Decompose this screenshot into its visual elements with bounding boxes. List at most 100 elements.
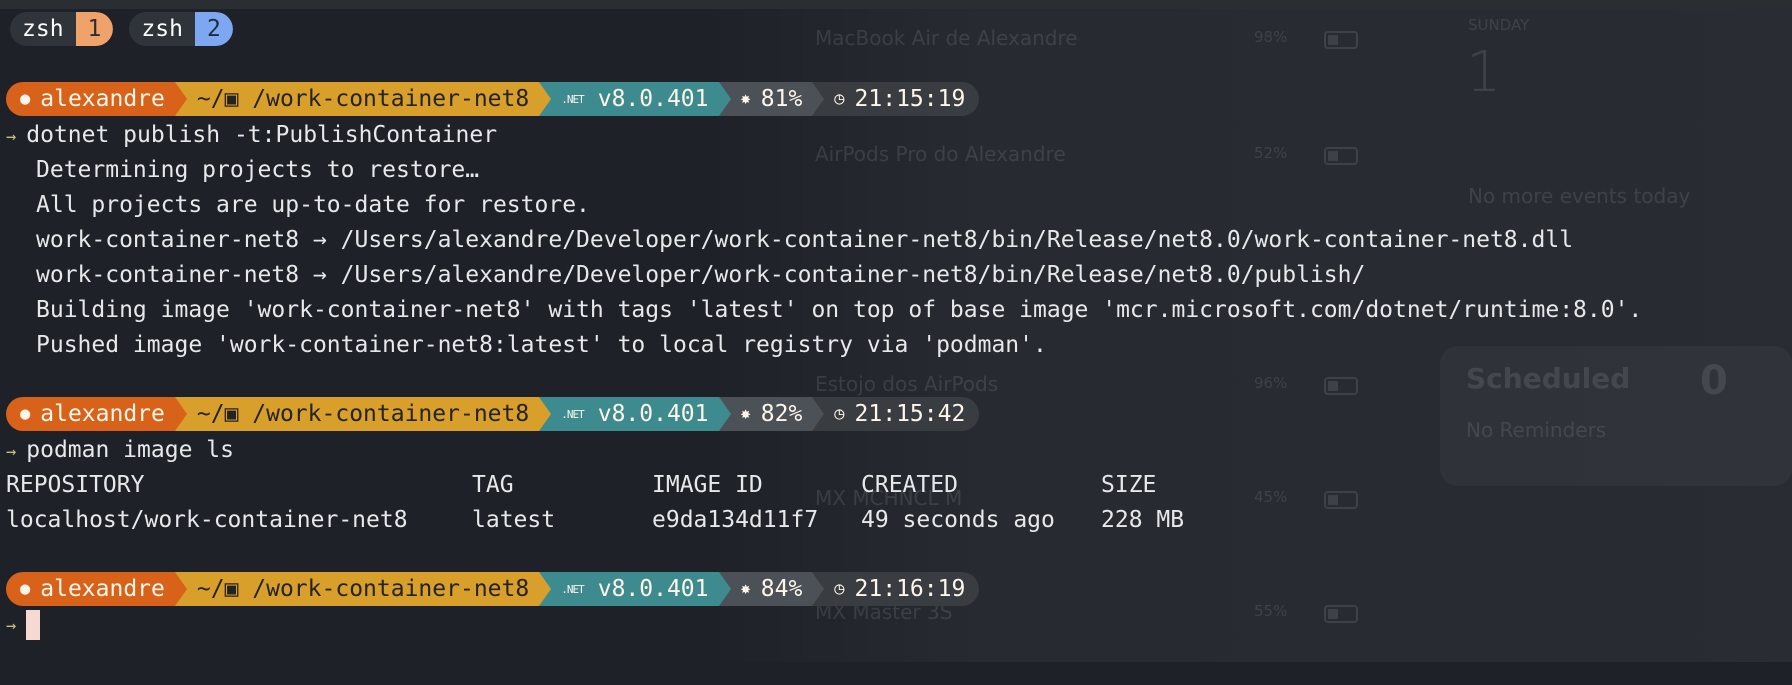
- prompt-time-segment: ◷ 21:15:19: [824, 82, 980, 116]
- battery-icon: [1324, 147, 1358, 165]
- tab-number: 2: [194, 12, 233, 46]
- prompt-user-segment: ● alexandre: [6, 572, 175, 606]
- prompt-path: ~/▣ /work-container-net8: [186, 397, 540, 431]
- table-cell: localhost/work-container-net8: [6, 507, 408, 533]
- prompt-dotnet-version: v8.0.401: [597, 86, 709, 112]
- prompt-path: ~/▣ /work-container-net8: [186, 572, 540, 606]
- clock-icon: ◷: [834, 89, 845, 109]
- tab-name: zsh: [10, 12, 76, 46]
- table-cell: 49 seconds ago: [861, 507, 1055, 533]
- tab-number: 1: [75, 12, 114, 46]
- powerline-arrow: [174, 572, 187, 606]
- prompt-time-segment: ◷ 21:16:19: [824, 572, 980, 606]
- device-name: AirPods Pro do Alexandre: [815, 142, 1066, 166]
- tab-zsh-1[interactable]: zsh 1: [10, 12, 114, 46]
- prompt-battery: 84%: [760, 576, 803, 602]
- device-percent: 55%: [1254, 602, 1288, 620]
- prompt-battery-segment: ✸ 81%: [730, 82, 813, 116]
- battery-icon: [1324, 605, 1358, 623]
- terminal-titlebar: [0, 0, 1792, 9]
- output-line: All projects are up-to-date for restore.: [36, 192, 590, 218]
- table-cell: latest: [472, 507, 556, 533]
- prompt-dotnet-segment: .NET v8.0.401: [551, 397, 719, 431]
- powerline-arrow: [812, 82, 825, 116]
- table-header: TAG: [472, 472, 514, 498]
- apple-icon: ●: [20, 404, 31, 424]
- table-header: SIZE: [1101, 472, 1157, 498]
- prompt-time-segment: ◷ 21:15:42: [824, 397, 980, 431]
- reminders-title: Scheduled: [1466, 362, 1631, 395]
- prompt-user: alexandre: [40, 576, 165, 602]
- output-line: Determining projects to restore…: [36, 157, 480, 183]
- apple-icon: ●: [20, 579, 31, 599]
- dotnet-icon: .NET: [561, 407, 584, 421]
- command-text: podman image ls: [26, 437, 234, 463]
- battery-icon: ✸: [740, 89, 751, 109]
- prompt-user-segment: ● alexandre: [6, 82, 175, 116]
- prompt-battery-segment: ✸ 82%: [730, 397, 813, 431]
- prompt-bar: ● alexandre ~/▣ /work-container-net8 .NET…: [6, 397, 980, 431]
- prompt-battery-segment: ✸ 84%: [730, 572, 813, 606]
- battery-icon: ✸: [740, 579, 751, 599]
- table-cell: 228 MB: [1101, 507, 1185, 533]
- table-row: localhost/work-container-net8 latest e9d…: [6, 505, 1206, 535]
- device-percent: 45%: [1254, 488, 1288, 506]
- prompt-bar: ● alexandre ~/▣ /work-container-net8 .NET…: [6, 82, 980, 116]
- calendar-note: No more events today: [1468, 184, 1691, 208]
- prompt-time: 21:16:19: [854, 576, 966, 602]
- output-line: Building image 'work-container-net8' wit…: [36, 297, 1643, 323]
- powerline-arrow: [539, 82, 552, 116]
- reminders-card: [1440, 346, 1792, 486]
- device-name: MacBook Air de Alexandre: [815, 26, 1078, 50]
- prompt-path: ~/▣ /work-container-net8: [186, 82, 540, 116]
- dotnet-icon: .NET: [561, 582, 584, 596]
- output-line: work-container-net8 → /Users/alexandre/D…: [36, 227, 1574, 253]
- table-header: CREATED: [861, 472, 958, 498]
- command-text: dotnet publish -t:PublishContainer: [26, 122, 498, 148]
- prompt-user: alexandre: [40, 86, 165, 112]
- calendar-date: 1: [1466, 40, 1502, 105]
- table-header: IMAGE ID: [652, 472, 763, 498]
- dotnet-icon: .NET: [561, 92, 584, 106]
- output-line: work-container-net8 → /Users/alexandre/D…: [36, 262, 1366, 288]
- powerline-arrow: [539, 397, 552, 431]
- battery-icon: ✸: [740, 404, 751, 424]
- powerline-arrow: [718, 572, 731, 606]
- device-percent: 52%: [1254, 144, 1288, 162]
- prompt-user: alexandre: [40, 401, 165, 427]
- prompt-dotnet-segment: .NET v8.0.401: [551, 82, 719, 116]
- text-cursor: [26, 609, 41, 640]
- output-line: Pushed image 'work-container-net8:latest…: [36, 332, 1047, 358]
- prompt-caret: →: [6, 442, 17, 462]
- tab-name: zsh: [129, 12, 195, 46]
- image-table-header: REPOSITORY TAG IMAGE ID CREATED SIZE: [6, 470, 1206, 500]
- prompt-battery: 82%: [760, 401, 803, 427]
- prompt-time: 21:15:42: [854, 401, 966, 427]
- prompt-dotnet-version: v8.0.401: [597, 401, 709, 427]
- clock-icon: ◷: [834, 579, 845, 599]
- prompt-dotnet-version: v8.0.401: [597, 576, 709, 602]
- prompt-caret: →: [6, 127, 17, 147]
- powerline-arrow: [718, 82, 731, 116]
- prompt-battery: 81%: [760, 86, 803, 112]
- calendar-day: SUNDAY: [1468, 16, 1530, 34]
- clock-icon: ◷: [834, 404, 845, 424]
- powerline-arrow: [812, 397, 825, 431]
- battery-icon: [1324, 31, 1358, 49]
- device-name: Estojo dos AirPods: [815, 372, 999, 396]
- input-line[interactable]: →: [6, 609, 41, 640]
- prompt-dotnet-segment: .NET v8.0.401: [551, 572, 719, 606]
- prompt-time: 21:15:19: [854, 86, 966, 112]
- powerline-arrow: [174, 82, 187, 116]
- command-line: → podman image ls: [6, 435, 234, 465]
- reminders-count: 0: [1700, 358, 1728, 404]
- prompt-user-segment: ● alexandre: [6, 397, 175, 431]
- reminders-note: No Reminders: [1466, 418, 1607, 442]
- device-percent: 96%: [1254, 374, 1288, 392]
- powerline-arrow: [812, 572, 825, 606]
- tab-zsh-2[interactable]: zsh 2: [129, 12, 233, 46]
- apple-icon: ●: [20, 89, 31, 109]
- tab-bar: zsh 1 zsh 2: [10, 12, 233, 46]
- powerline-arrow: [718, 397, 731, 431]
- device-percent: 98%: [1254, 28, 1288, 46]
